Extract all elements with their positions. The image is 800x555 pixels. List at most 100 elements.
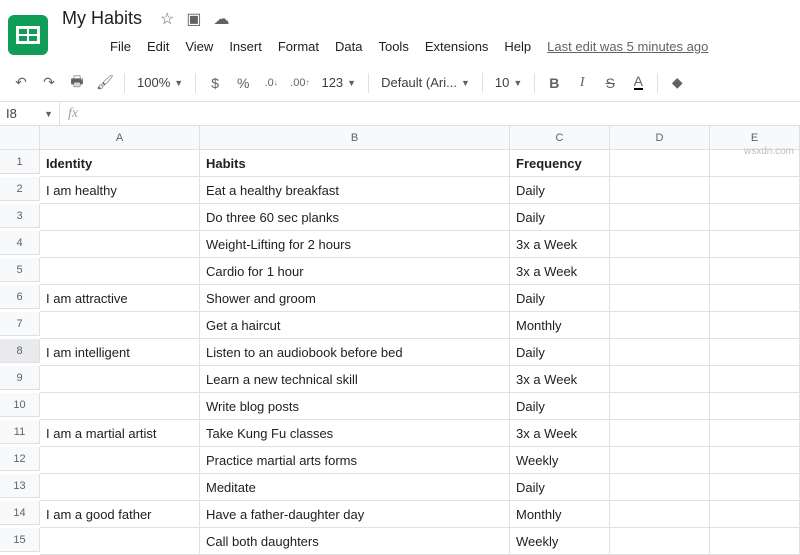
cell-B15[interactable]: Call both daughters <box>200 528 510 555</box>
cell-B2[interactable]: Eat a healthy breakfast <box>200 177 510 204</box>
cell-E11[interactable] <box>710 420 800 447</box>
undo-button[interactable]: ↶ <box>8 70 34 96</box>
cell-A9[interactable] <box>40 366 200 393</box>
cell-D9[interactable] <box>610 366 710 393</box>
font-size-dropdown[interactable]: 10 ▼ <box>489 70 528 96</box>
star-icon[interactable]: ☆ <box>160 9 174 29</box>
last-edit-link[interactable]: Last edit was 5 minutes ago <box>547 39 708 54</box>
strikethrough-button[interactable]: S <box>597 70 623 96</box>
cell-D4[interactable] <box>610 231 710 258</box>
cell-B10[interactable]: Write blog posts <box>200 393 510 420</box>
font-dropdown[interactable]: Default (Ari... ▼ <box>375 70 476 96</box>
cell-B5[interactable]: Cardio for 1 hour <box>200 258 510 285</box>
name-box[interactable]: I8 ▼ <box>0 102 60 125</box>
row-header[interactable]: 4 <box>0 231 40 255</box>
cell-D7[interactable] <box>610 312 710 339</box>
cell-C14[interactable]: Monthly <box>510 501 610 528</box>
cell-D10[interactable] <box>610 393 710 420</box>
cell-C5[interactable]: 3x a Week <box>510 258 610 285</box>
cell-D3[interactable] <box>610 204 710 231</box>
row-header[interactable]: 11 <box>0 420 40 444</box>
doc-title[interactable]: My Habits <box>56 6 148 31</box>
cell-C4[interactable]: 3x a Week <box>510 231 610 258</box>
menu-insert[interactable]: Insert <box>223 35 268 58</box>
row-header[interactable]: 3 <box>0 204 40 228</box>
cell-C12[interactable]: Weekly <box>510 447 610 474</box>
cell-B3[interactable]: Do three 60 sec planks <box>200 204 510 231</box>
decrease-decimal-button[interactable]: .0↓ <box>258 70 284 96</box>
menu-file[interactable]: File <box>104 35 137 58</box>
cell-A5[interactable] <box>40 258 200 285</box>
menu-data[interactable]: Data <box>329 35 368 58</box>
cell-D1[interactable] <box>610 150 710 177</box>
row-header[interactable]: 12 <box>0 447 40 471</box>
cell-A3[interactable] <box>40 204 200 231</box>
cell-B9[interactable]: Learn a new technical skill <box>200 366 510 393</box>
cell-B4[interactable]: Weight-Lifting for 2 hours <box>200 231 510 258</box>
menu-view[interactable]: View <box>179 35 219 58</box>
more-formats-dropdown[interactable]: 123 ▼ <box>315 70 362 96</box>
cell-E10[interactable] <box>710 393 800 420</box>
cell-D11[interactable] <box>610 420 710 447</box>
cell-E8[interactable] <box>710 339 800 366</box>
cell-C7[interactable]: Monthly <box>510 312 610 339</box>
cell-A13[interactable] <box>40 474 200 501</box>
cell-D2[interactable] <box>610 177 710 204</box>
col-header-A[interactable]: A <box>40 126 200 150</box>
cell-C9[interactable]: 3x a Week <box>510 366 610 393</box>
cell-A6[interactable]: I am attractive <box>40 285 200 312</box>
cell-B14[interactable]: Have a father-daughter day <box>200 501 510 528</box>
cell-E15[interactable] <box>710 528 800 555</box>
cell-B7[interactable]: Get a haircut <box>200 312 510 339</box>
cell-A2[interactable]: I am healthy <box>40 177 200 204</box>
cell-E14[interactable] <box>710 501 800 528</box>
row-header[interactable]: 14 <box>0 501 40 525</box>
cloud-icon[interactable]: ☁ <box>213 9 229 29</box>
cell-C2[interactable]: Daily <box>510 177 610 204</box>
cell-D14[interactable] <box>610 501 710 528</box>
row-header[interactable]: 9 <box>0 366 40 390</box>
col-header-D[interactable]: D <box>610 126 710 150</box>
menu-edit[interactable]: Edit <box>141 35 175 58</box>
cell-B1[interactable]: Habits <box>200 150 510 177</box>
cell-B13[interactable]: Meditate <box>200 474 510 501</box>
menu-tools[interactable]: Tools <box>372 35 414 58</box>
row-header[interactable]: 7 <box>0 312 40 336</box>
increase-decimal-button[interactable]: .00↑ <box>286 70 313 96</box>
spreadsheet-grid[interactable]: ABCDE1IdentityHabitsFrequency2I am healt… <box>0 126 800 555</box>
cell-A7[interactable] <box>40 312 200 339</box>
fill-color-button[interactable]: ◆ <box>664 70 690 96</box>
row-header[interactable]: 1 <box>0 150 40 174</box>
cell-D13[interactable] <box>610 474 710 501</box>
row-header[interactable]: 5 <box>0 258 40 282</box>
cell-D15[interactable] <box>610 528 710 555</box>
cell-D8[interactable] <box>610 339 710 366</box>
cell-C3[interactable]: Daily <box>510 204 610 231</box>
cell-E7[interactable] <box>710 312 800 339</box>
cell-E12[interactable] <box>710 447 800 474</box>
row-header[interactable]: 2 <box>0 177 40 201</box>
cell-C15[interactable]: Weekly <box>510 528 610 555</box>
formula-bar[interactable] <box>86 102 800 125</box>
paint-format-button[interactable]: 🖌 <box>92 70 118 96</box>
text-color-button[interactable]: A <box>625 70 651 96</box>
row-header[interactable]: 10 <box>0 393 40 417</box>
cell-A10[interactable] <box>40 393 200 420</box>
cell-E2[interactable] <box>710 177 800 204</box>
menu-help[interactable]: Help <box>498 35 537 58</box>
menu-format[interactable]: Format <box>272 35 325 58</box>
row-header[interactable]: 6 <box>0 285 40 309</box>
col-header-C[interactable]: C <box>510 126 610 150</box>
cell-A8[interactable]: I am intelligent <box>40 339 200 366</box>
cell-D12[interactable] <box>610 447 710 474</box>
sheets-logo[interactable] <box>8 15 48 55</box>
zoom-dropdown[interactable]: 100% ▼ <box>131 70 189 96</box>
cell-C11[interactable]: 3x a Week <box>510 420 610 447</box>
cell-C6[interactable]: Daily <box>510 285 610 312</box>
cell-A14[interactable]: I am a good father <box>40 501 200 528</box>
select-all-corner[interactable] <box>0 126 40 150</box>
cell-B12[interactable]: Practice martial arts forms <box>200 447 510 474</box>
cell-C13[interactable]: Daily <box>510 474 610 501</box>
row-header[interactable]: 8 <box>0 339 40 363</box>
cell-E5[interactable] <box>710 258 800 285</box>
